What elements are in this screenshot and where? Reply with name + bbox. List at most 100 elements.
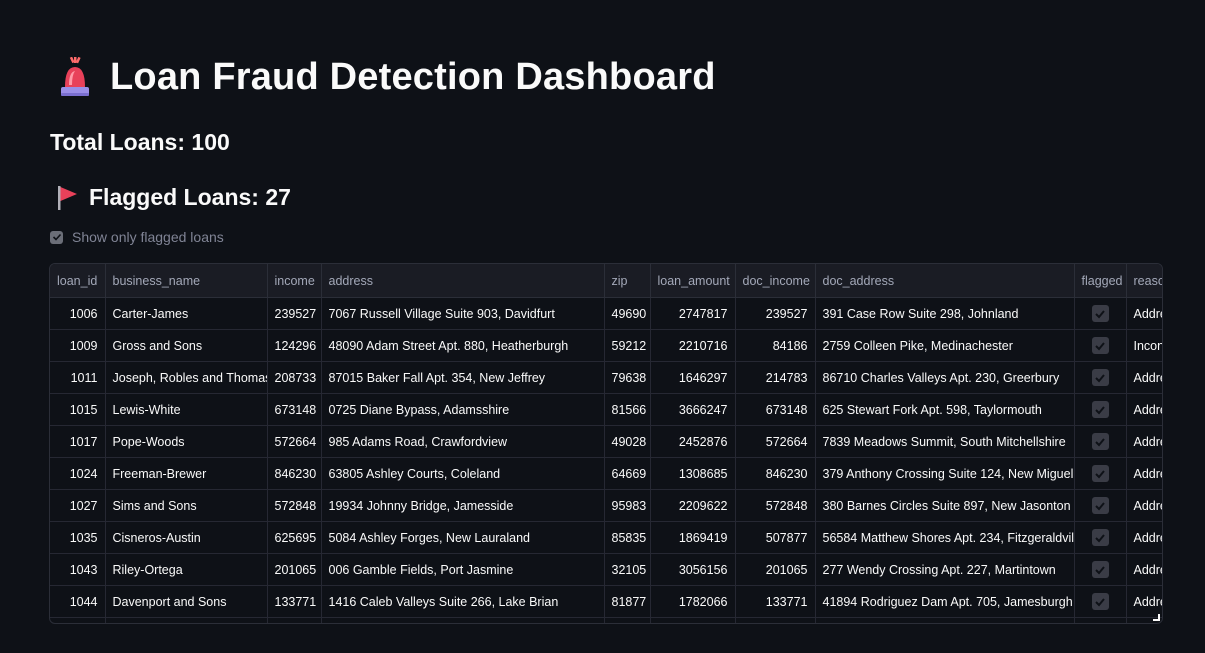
- cell-flagged[interactable]: [1074, 489, 1127, 522]
- cell-flagged[interactable]: [1074, 521, 1127, 554]
- cell-zip[interactable]: 49690: [604, 297, 651, 330]
- table-row[interactable]: 1024 Freeman-Brewer 846230 63805 Ashley Cou…: [50, 457, 1162, 490]
- cell-income[interactable]: 572664: [267, 425, 322, 458]
- loans-data-table[interactable]: loan_id business_name income address zip loan…: [49, 263, 1163, 624]
- cell-zip[interactable]: 49028: [604, 425, 651, 458]
- cell-loan_id[interactable]: 1017: [50, 425, 106, 458]
- cell-doc_income[interactable]: 214783: [735, 361, 816, 394]
- cell-zip[interactable]: 85835: [604, 521, 651, 554]
- cell-loan_id[interactable]: 1024: [50, 457, 106, 490]
- cell-loan_amount[interactable]: 2452876: [650, 425, 736, 458]
- cell-loan_amount[interactable]: 2747817: [650, 297, 736, 330]
- cell-business_name[interactable]: Freeman-Brewer: [105, 457, 268, 490]
- cell-reason[interactable]: Addre: [1126, 393, 1162, 426]
- table-row[interactable]: 1009 Gross and Sons 124296 48090 Adam Stree…: [50, 329, 1162, 362]
- table-row[interactable]: 1043 Riley-Ortega 201065 006 Gamble Fields,…: [50, 553, 1162, 586]
- cell-loan_amount[interactable]: 1869419: [650, 521, 736, 554]
- checkbox-checked-icon[interactable]: [50, 230, 63, 244]
- cell-income[interactable]: 133771: [267, 585, 322, 618]
- cell-loan_id[interactable]: 1011: [50, 361, 106, 394]
- cell-doc_income[interactable]: 133771: [735, 585, 816, 618]
- cell-loan_id[interactable]: 1015: [50, 393, 106, 426]
- cell-doc_address[interactable]: 86710 Charles Valleys Apt. 230, Greerbur…: [815, 361, 1075, 394]
- cell-income[interactable]: 201065: [267, 553, 322, 586]
- column-header-business_name[interactable]: business_name: [105, 264, 268, 298]
- cell-flagged[interactable]: [1074, 329, 1127, 362]
- cell-doc_address[interactable]: 7839 Meadows Summit, South Mitchellshire: [815, 425, 1075, 458]
- column-header-loan_amount[interactable]: loan_amount: [650, 264, 736, 298]
- cell-income[interactable]: 208733: [267, 361, 322, 394]
- cell-reason[interactable]: Addre: [1126, 361, 1162, 394]
- cell-flagged[interactable]: [1074, 457, 1127, 490]
- cell-business_name[interactable]: Riley-Ortega: [105, 553, 268, 586]
- column-header-zip[interactable]: zip: [604, 264, 651, 298]
- cell-reason[interactable]: Addre: [1126, 521, 1162, 554]
- cell-loan_id[interactable]: 1006: [50, 297, 106, 330]
- cell-business_name[interactable]: Davenport and Sons: [105, 585, 268, 618]
- cell-address[interactable]: 1416 Caleb Valleys Suite 266, Lake Brian: [321, 585, 605, 618]
- table-row[interactable]: 1044 Davenport and Sons 133771 1416 Caleb V…: [50, 585, 1162, 618]
- cell-zip[interactable]: 95983: [604, 489, 651, 522]
- table-row[interactable]: 1017 Pope-Woods 572664 985 Adams Road, Craw…: [50, 425, 1162, 458]
- cell-doc_income[interactable]: 201065: [735, 553, 816, 586]
- cell-address[interactable]: 0725 Diane Bypass, Adamsshire: [321, 393, 605, 426]
- column-header-address[interactable]: address: [321, 264, 605, 298]
- cell-doc_address[interactable]: 380 Barnes Circles Suite 897, New Jasont…: [815, 489, 1075, 522]
- cell-flagged[interactable]: [1074, 425, 1127, 458]
- cell-loan_id[interactable]: 1043: [50, 553, 106, 586]
- cell-address[interactable]: 006 Gamble Fields, Port Jasmine: [321, 553, 605, 586]
- cell-loan_amount[interactable]: 3056156: [650, 553, 736, 586]
- column-header-flagged[interactable]: flagged: [1074, 264, 1127, 298]
- cell-doc_address[interactable]: 391 Case Row Suite 298, Johnland: [815, 297, 1075, 330]
- column-header-income[interactable]: income: [267, 264, 322, 298]
- cell-loan_amount[interactable]: 3666247: [650, 393, 736, 426]
- column-header-loan_id[interactable]: loan_id: [50, 264, 106, 298]
- column-header-doc_income[interactable]: doc_income: [735, 264, 816, 298]
- cell-doc_income[interactable]: 572664: [735, 425, 816, 458]
- cell-loan_id[interactable]: 1044: [50, 585, 106, 618]
- cell-income[interactable]: 625695: [267, 521, 322, 554]
- column-header-doc_address[interactable]: doc_address: [815, 264, 1075, 298]
- cell-income[interactable]: 846230: [267, 457, 322, 490]
- cell-loan_amount[interactable]: 2210716: [650, 329, 736, 362]
- cell-flagged[interactable]: [1074, 553, 1127, 586]
- column-header-reaso[interactable]: reaso: [1126, 264, 1162, 298]
- cell-loan_amount[interactable]: 1782066: [650, 585, 736, 618]
- cell-address[interactable]: 7067 Russell Village Suite 903, Davidfur…: [321, 297, 605, 330]
- show-flagged-checkbox[interactable]: Show only flagged loans: [50, 229, 224, 245]
- cell-doc_address[interactable]: 625 Stewart Fork Apt. 598, Taylormouth: [815, 393, 1075, 426]
- cell-reason[interactable]: Incon: [1126, 329, 1162, 362]
- cell-loan_amount[interactable]: 1646297: [650, 361, 736, 394]
- cell-flagged[interactable]: [1074, 585, 1127, 618]
- cell-address[interactable]: 63805 Ashley Courts, Coleland: [321, 457, 605, 490]
- cell-zip[interactable]: 79638: [604, 361, 651, 394]
- table-row[interactable]: 1015 Lewis-White 673148 0725 Diane Bypass, …: [50, 393, 1162, 426]
- cell-flagged[interactable]: [1074, 393, 1127, 426]
- cell-reason[interactable]: Addre: [1126, 585, 1162, 618]
- cell-zip[interactable]: 32105: [604, 553, 651, 586]
- cell-zip[interactable]: 81877: [604, 585, 651, 618]
- cell-doc_income[interactable]: 239527: [735, 297, 816, 330]
- table-row[interactable]: 1011 Joseph, Robles and Thomas 208733 87015…: [50, 361, 1162, 394]
- cell-zip[interactable]: 81566: [604, 393, 651, 426]
- cell-reason[interactable]: Addre: [1126, 457, 1162, 490]
- cell-address[interactable]: 48090 Adam Street Apt. 880, Heatherburgh: [321, 329, 605, 362]
- cell-reason[interactable]: Addre: [1126, 553, 1162, 586]
- cell-business_name[interactable]: Carter-James: [105, 297, 268, 330]
- cell-doc_address[interactable]: 56584 Matthew Shores Apt. 234, Fitzgeral…: [815, 521, 1075, 554]
- cell-loan_id[interactable]: 1035: [50, 521, 106, 554]
- cell-doc_address[interactable]: 41894 Rodriguez Dam Apt. 705, Jamesburgh: [815, 585, 1075, 618]
- cell-loan_id[interactable]: 1027: [50, 489, 106, 522]
- cell-income[interactable]: 673148: [267, 393, 322, 426]
- cell-business_name[interactable]: Sims and Sons: [105, 489, 268, 522]
- cell-income[interactable]: 239527: [267, 297, 322, 330]
- cell-doc_income[interactable]: 673148: [735, 393, 816, 426]
- cell-business_name[interactable]: Cisneros-Austin: [105, 521, 268, 554]
- cell-doc_income[interactable]: 84186: [735, 329, 816, 362]
- table-row[interactable]: 1006 Carter-James 239527 7067 Russell Villa…: [50, 297, 1162, 330]
- cell-doc_income[interactable]: 572848: [735, 489, 816, 522]
- cell-business_name[interactable]: Pope-Woods: [105, 425, 268, 458]
- cell-income[interactable]: 124296: [267, 329, 322, 362]
- cell-doc_income[interactable]: 507877: [735, 521, 816, 554]
- cell-doc_income[interactable]: 846230: [735, 457, 816, 490]
